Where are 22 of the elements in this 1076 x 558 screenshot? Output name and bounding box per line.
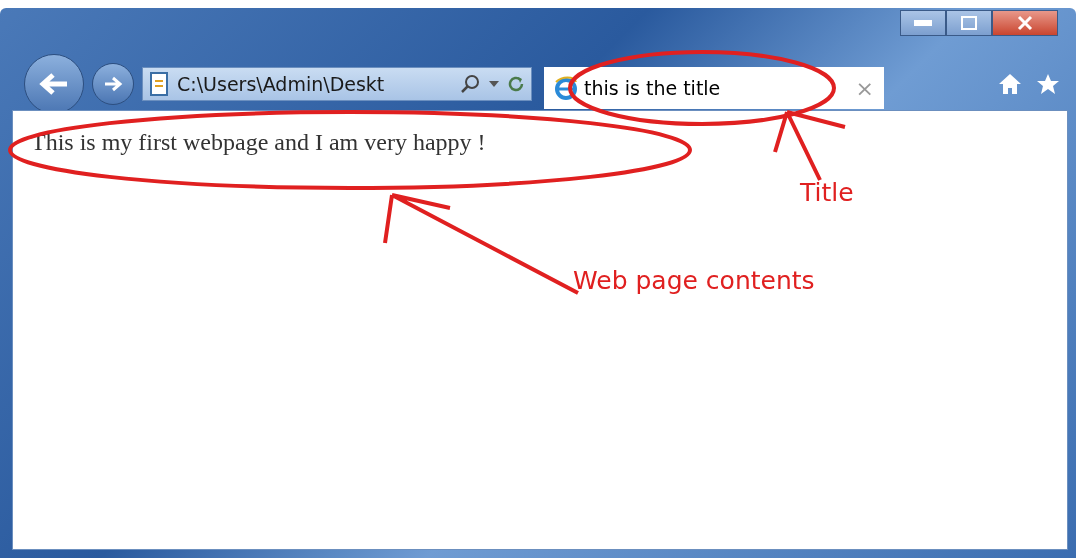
close-button[interactable] [992, 10, 1058, 36]
maximize-icon [961, 16, 977, 30]
dropdown-icon[interactable] [489, 81, 499, 87]
star-icon[interactable] [1036, 73, 1060, 95]
search-icon[interactable] [459, 73, 481, 95]
browser-tab[interactable]: this is the title × [544, 67, 884, 109]
minimize-icon [914, 20, 932, 26]
maximize-button[interactable] [946, 10, 992, 36]
browser-logo-icon [554, 76, 578, 100]
annotation-label: Web page contents [573, 266, 815, 295]
back-arrow-icon [39, 72, 69, 96]
forward-button[interactable] [92, 63, 134, 105]
forward-arrow-icon [103, 76, 123, 92]
refresh-icon[interactable] [507, 75, 525, 93]
address-text: C:\Users\Admin\Deskt [177, 73, 386, 95]
address-field[interactable]: C:\Users\Admin\Deskt [142, 67, 532, 101]
close-icon [1017, 15, 1033, 31]
minimize-button[interactable] [900, 10, 946, 36]
annotation-label: Title [800, 178, 854, 207]
tab-title: this is the title [584, 77, 722, 99]
page-icon [149, 72, 169, 96]
home-icon[interactable] [998, 73, 1022, 95]
